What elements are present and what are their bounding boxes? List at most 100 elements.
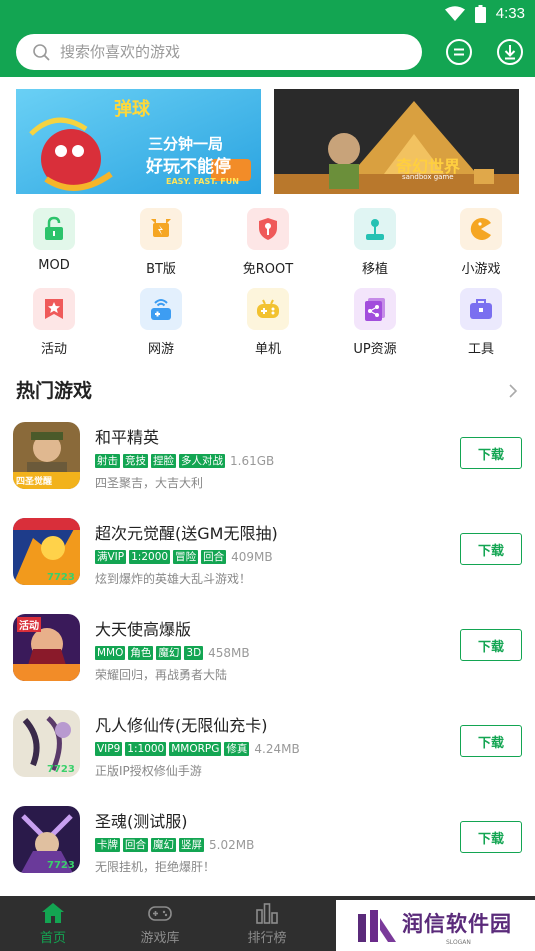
star-badge-icon <box>45 299 63 319</box>
game-tag: 捏脸 <box>151 454 176 468</box>
game-tag: MMO <box>95 646 126 660</box>
game-description: 炫到爆炸的英雄大乱斗游戏！ <box>95 572 252 586</box>
game-description: 无限挂机，拒绝爆肝！ <box>95 860 216 874</box>
ranking-icon <box>256 903 278 924</box>
shield-key-icon <box>259 218 277 240</box>
game-list-item[interactable]: 7723 超次元觉醒(送GM无限抽) 满VIP 1:2000 冒险 回合 409… <box>0 518 535 614</box>
banner-pinball[interactable]: 弹球 三分钟一局 好玩不能停 EASY. FAST. FUN <box>16 89 261 194</box>
category-up-resources[interactable]: UP资源 <box>335 288 415 358</box>
category-tile <box>33 208 75 250</box>
nav-item-home[interactable]: 首页 <box>10 896 96 951</box>
category-label: MOD <box>38 258 70 273</box>
category-mini-games[interactable]: 小游戏 <box>441 208 521 278</box>
game-icon: 7723 <box>13 710 80 777</box>
game-meta: VIP9 1:1000 MMORPG 修真 4.24MB <box>95 741 300 757</box>
game-tag: 魔幻 <box>156 646 182 660</box>
nav-label: 排行榜 <box>247 931 287 946</box>
game-meta: 满VIP 1:2000 冒险 回合 409MB <box>95 549 273 565</box>
category-label: 单机 <box>254 342 281 357</box>
download-button[interactable]: 下载 <box>460 821 522 853</box>
category-label: 移植 <box>361 262 388 277</box>
game-list-item[interactable]: 四圣觉醒 和平精英 射击 竞技 捏脸 多人对战 1.61GB 四圣聚吉，大吉大利… <box>0 422 535 518</box>
game-description: 荣耀回归，再战勇者大陆 <box>95 668 228 682</box>
banner-pinball-line2: 好玩不能停 <box>146 157 231 177</box>
game-icon: 四圣觉醒 <box>13 422 80 489</box>
game-icon: 活动 <box>13 614 80 681</box>
game-tag: 射击 <box>95 454 120 468</box>
game-size: 458MB <box>208 646 250 660</box>
network-game-icon <box>151 299 171 320</box>
game-name: 凡人修仙传(无限仙充卡) <box>95 716 268 735</box>
category-tile <box>140 208 182 250</box>
category-online[interactable]: 网游 <box>121 288 201 358</box>
category-tile <box>354 288 396 330</box>
pacman-icon <box>470 218 491 240</box>
gamepad-icon <box>257 299 279 318</box>
game-description: 四圣聚吉，大吉大利 <box>95 476 204 490</box>
nav-item-ranking[interactable]: 排行榜 <box>224 896 310 951</box>
game-tag: 3D <box>184 646 204 660</box>
game-tag: 1:1000 <box>125 742 167 756</box>
game-icon-badge: 四圣觉醒 <box>16 477 53 487</box>
watermark: 润信软件园 SLOGAN <box>336 900 535 951</box>
bt-icon <box>151 219 171 237</box>
game-meta: MMO 角色 魔幻 3D 458MB <box>95 645 250 661</box>
top-header: 4:33 <box>0 0 535 77</box>
category-label: 活动 <box>40 342 67 357</box>
game-name: 大天使高爆版 <box>95 620 192 639</box>
joystick-icon <box>366 219 384 240</box>
game-icon-badge: 7723 <box>47 764 75 775</box>
watermark-logo <box>358 910 396 942</box>
download-button[interactable]: 下载 <box>460 437 522 469</box>
nav-item-game-library[interactable]: 游戏库 <box>117 896 203 951</box>
download-button[interactable]: 下载 <box>460 725 522 757</box>
toolbox-icon <box>470 299 492 319</box>
category-mod[interactable]: MOD <box>14 208 94 278</box>
category-label: 工具 <box>467 342 494 357</box>
category-tile <box>247 208 289 250</box>
category-label: 网游 <box>147 342 174 357</box>
game-tag: 竖屏 <box>179 838 204 852</box>
category-no-root[interactable]: 免ROOT <box>228 208 308 278</box>
banner-pinball-subtitle: EASY. FAST. FUN <box>166 177 239 186</box>
game-meta: 卡牌 回合 魔幻 竖屏 5.02MB <box>95 837 254 853</box>
category-label: UP资源 <box>353 342 397 357</box>
game-tag: 满VIP <box>95 550 127 564</box>
game-tag: 魔幻 <box>151 838 176 852</box>
download-button[interactable]: 下载 <box>460 533 522 565</box>
game-tag: 回合 <box>123 838 148 852</box>
game-size: 1.61GB <box>230 454 275 468</box>
banner-sandbox[interactable]: 奇幻世界 sandbox game <box>274 89 519 194</box>
nav-label: 首页 <box>39 931 66 946</box>
game-tag: VIP9 <box>95 742 123 756</box>
game-tag: 1:2000 <box>129 550 171 564</box>
category-tools[interactable]: 工具 <box>441 288 521 358</box>
gamepad-icon <box>148 906 172 921</box>
category-tile <box>247 288 289 330</box>
game-tag: 竞技 <box>123 454 148 468</box>
game-list-item[interactable]: 活动 大天使高爆版 MMO 角色 魔幻 3D 458MB 荣耀回归，再战勇者大陆… <box>0 614 535 710</box>
banner-sandbox-subtitle: sandbox game <box>402 173 454 181</box>
game-description: 正版IP授权修仙手游 <box>95 764 202 778</box>
game-list-item[interactable]: 7723 凡人修仙传(无限仙充卡) VIP9 1:1000 MMORPG 修真 … <box>0 710 535 806</box>
download-button[interactable]: 下载 <box>460 629 522 661</box>
game-icon-badge: 7723 <box>47 860 75 871</box>
category-events[interactable]: 活动 <box>14 288 94 358</box>
download-icon[interactable] <box>496 38 524 66</box>
game-list-item[interactable]: 7723 圣魂(测试服) 卡牌 回合 魔幻 竖屏 5.02MB 无限挂机，拒绝爆… <box>0 806 535 902</box>
game-size: 409MB <box>231 550 273 564</box>
chevron-right-icon[interactable] <box>507 382 519 400</box>
battery-icon <box>475 5 486 23</box>
game-name: 圣魂(测试服) <box>95 812 188 831</box>
category-offline[interactable]: 单机 <box>228 288 308 358</box>
category-label: 小游戏 <box>461 262 501 277</box>
search-bar[interactable] <box>16 34 422 70</box>
game-tag: 多人对战 <box>179 454 225 468</box>
category-label: BT版 <box>146 262 176 277</box>
category-bt[interactable]: BT版 <box>121 208 201 278</box>
game-name: 和平精英 <box>95 428 160 447</box>
category-port[interactable]: 移植 <box>335 208 415 278</box>
message-icon[interactable] <box>445 38 473 66</box>
game-tag: 回合 <box>201 550 227 564</box>
search-input[interactable] <box>60 34 410 70</box>
